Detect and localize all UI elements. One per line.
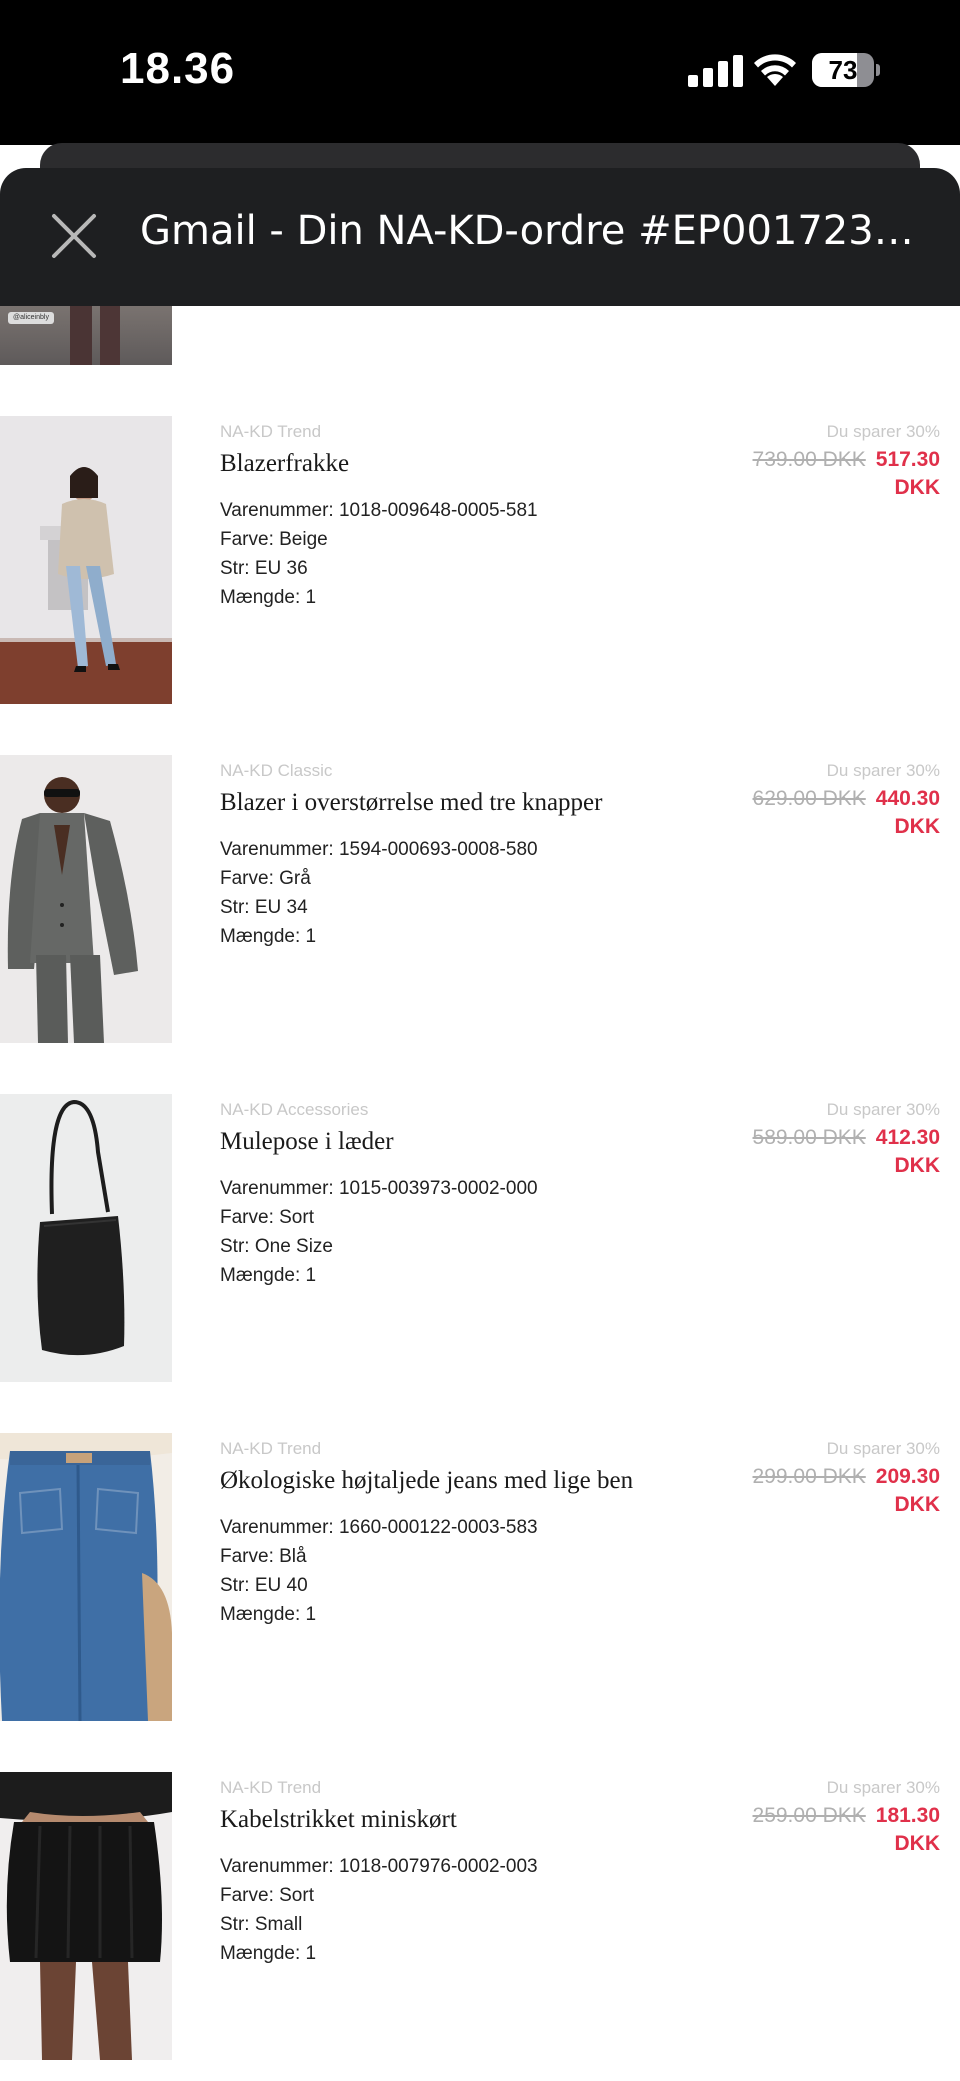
savings-label: Du sparer 30% [826, 422, 940, 441]
quantity-row: Mængde: 1 [220, 1943, 317, 1964]
product-brand: NA-KD Accessories [220, 1100, 369, 1119]
color-row: Farve: Sort [220, 1885, 314, 1906]
cellular-signal-icon [688, 55, 743, 87]
product-name[interactable]: Blazerfrakke [220, 450, 710, 478]
size-row: Str: EU 36 [220, 558, 308, 579]
price-currency: DKK [894, 1832, 941, 1855]
item-quantity: 1 [305, 1604, 317, 1625]
product-image-mulepose[interactable] [0, 1094, 172, 1382]
order-item: NA-KD Trend Blazerfrakke Varenummer: 101… [0, 416, 960, 706]
item-number: 1015-003973-0002-000 [338, 1178, 538, 1199]
item-quantity: 1 [305, 587, 317, 608]
size-row: Str: EU 34 [220, 897, 308, 918]
item-size: Small [254, 1914, 303, 1935]
product-image-partial: @aliceinbly [0, 306, 172, 365]
savings-label: Du sparer 30% [826, 761, 940, 780]
battery-level: 73 [828, 55, 858, 85]
color-row: Farve: Blå [220, 1546, 307, 1567]
product-brand: NA-KD Trend [220, 422, 322, 441]
price-currency: DKK [894, 815, 941, 838]
order-item: NA-KD Classic Blazer i overstørrelse med… [0, 755, 960, 1045]
email-body[interactable]: @aliceinbly NA-KD Trend Blazerfrakke Var… [0, 306, 960, 2081]
savings-label: Du sparer 30% [826, 1439, 940, 1458]
order-item: NA-KD Accessories Mulepose i læder Varen… [0, 1094, 960, 1384]
close-icon[interactable] [44, 206, 104, 266]
new-price: 181.30 [875, 1804, 940, 1827]
order-item: NA-KD Trend Økologiske højtaljede jeans … [0, 1433, 960, 1723]
quantity-row: Mængde: 1 [220, 926, 317, 947]
old-price: 739.00 DKK [752, 448, 866, 471]
product-name[interactable]: Blazer i overstørrelse med tre knapper [220, 789, 710, 817]
item-number: 1594-000693-0008-580 [338, 839, 538, 860]
savings-label: Du sparer 30% [826, 1100, 940, 1119]
order-item: NA-KD Trend Kabelstrikket miniskørt Vare… [0, 1772, 960, 2062]
price-currency: DKK [894, 1493, 941, 1516]
product-brand: NA-KD Trend [220, 1439, 322, 1458]
item-number: 1018-007976-0002-003 [338, 1856, 538, 1877]
item-color: Sort [279, 1885, 314, 1906]
quantity-row: Mængde: 1 [220, 587, 317, 608]
item-number: 1018-009648-0005-581 [338, 500, 538, 521]
color-row: Farve: Grå [220, 868, 311, 889]
size-row: Str: Small [220, 1914, 303, 1935]
price-currency: DKK [894, 1154, 941, 1177]
item-color: Grå [279, 868, 311, 889]
item-size: EU 40 [254, 1575, 308, 1596]
product-brand: NA-KD Trend [220, 1778, 322, 1797]
item-size: EU 34 [254, 897, 308, 918]
item-color: Beige [279, 529, 328, 550]
battery-icon: 73 [812, 53, 880, 87]
viewer-header: Gmail - Din NA-KD-ordre #EP0017236... [0, 168, 960, 306]
old-price: 629.00 DKK [752, 787, 866, 810]
item-size: One Size [254, 1236, 333, 1257]
product-brand: NA-KD Classic [220, 761, 333, 780]
item-color: Blå [279, 1546, 307, 1567]
item-quantity: 1 [305, 1265, 317, 1286]
size-row: Str: One Size [220, 1236, 333, 1257]
quantity-row: Mængde: 1 [220, 1265, 317, 1286]
item-quantity: 1 [305, 1943, 317, 1964]
savings-label: Du sparer 30% [826, 1778, 940, 1797]
item-number-row: Varenummer: 1018-009648-0005-581 [220, 500, 538, 521]
new-price: 209.30 [875, 1465, 940, 1488]
product-name[interactable]: Økologiske højtaljede jeans med lige ben [220, 1467, 710, 1495]
wifi-icon [754, 54, 796, 86]
page-title: Gmail - Din NA-KD-ordre #EP0017236... [140, 208, 920, 254]
size-row: Str: EU 40 [220, 1575, 308, 1596]
quantity-row: Mængde: 1 [220, 1604, 317, 1625]
status-bar: 18.36 73 [0, 0, 960, 145]
price-currency: DKK [894, 476, 941, 499]
old-price: 299.00 DKK [752, 1465, 866, 1488]
product-image-blazerfrakke[interactable] [0, 416, 172, 704]
color-row: Farve: Sort [220, 1207, 314, 1228]
product-name[interactable]: Mulepose i læder [220, 1128, 710, 1156]
item-number-row: Varenummer: 1018-007976-0002-003 [220, 1856, 538, 1877]
item-color: Sort [279, 1207, 314, 1228]
new-price: 517.30 [875, 448, 940, 471]
item-size: EU 36 [254, 558, 308, 579]
old-price: 259.00 DKK [752, 1804, 866, 1827]
item-number: 1660-000122-0003-583 [338, 1517, 538, 1538]
new-price: 440.30 [875, 787, 940, 810]
item-quantity: 1 [305, 926, 317, 947]
product-image-miniskort[interactable] [0, 1772, 172, 2060]
product-image-jeans[interactable] [0, 1433, 172, 1721]
old-price: 589.00 DKK [752, 1126, 866, 1149]
color-row: Farve: Beige [220, 529, 328, 550]
product-name[interactable]: Kabelstrikket miniskørt [220, 1806, 710, 1834]
new-price: 412.30 [875, 1126, 940, 1149]
item-number-row: Varenummer: 1660-000122-0003-583 [220, 1517, 538, 1538]
status-time: 18.36 [120, 44, 236, 93]
item-number-row: Varenummer: 1015-003973-0002-000 [220, 1178, 538, 1199]
product-image-blazer[interactable] [0, 755, 172, 1043]
item-number-row: Varenummer: 1594-000693-0008-580 [220, 839, 538, 860]
